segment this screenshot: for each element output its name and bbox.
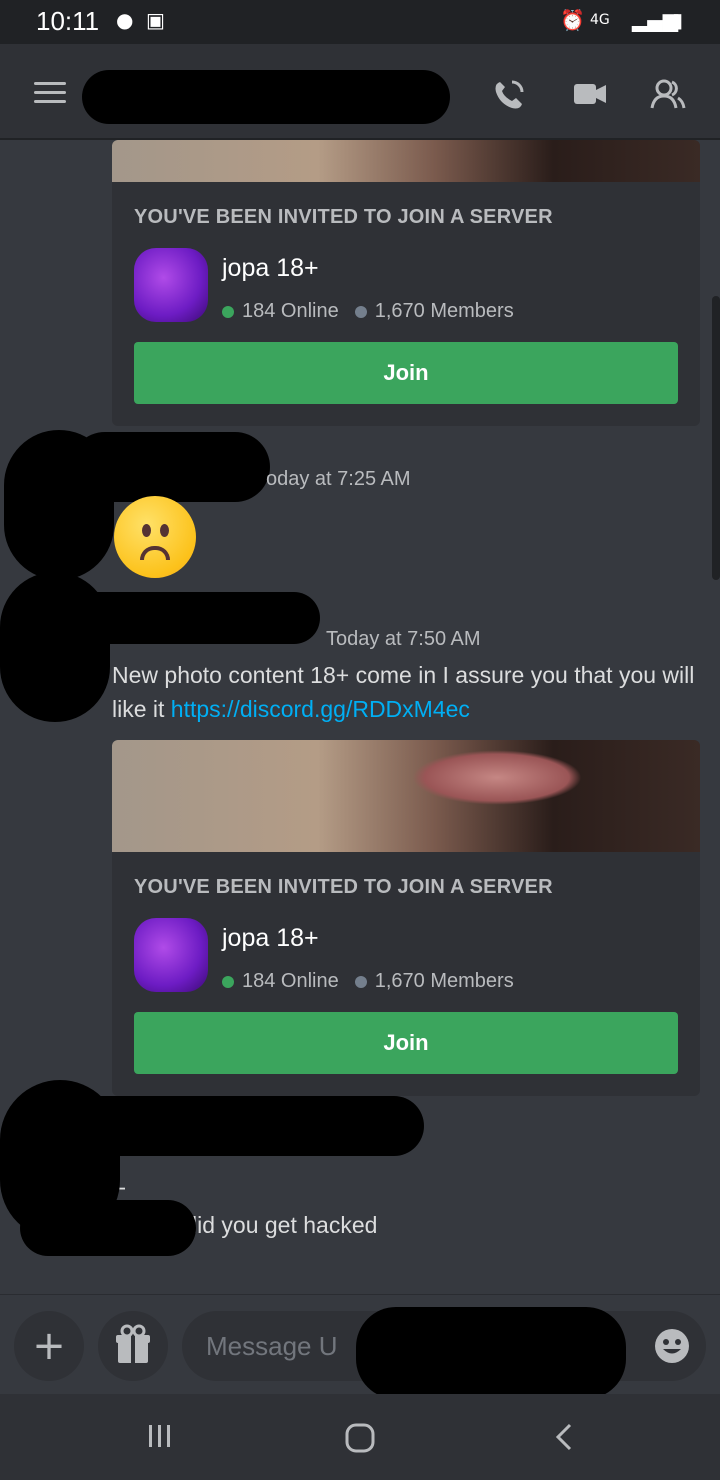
- back-icon[interactable]: [552, 1422, 576, 1452]
- invite-embed: YOU'VE BEEN INVITED TO JOIN A SERVER jop…: [112, 140, 700, 426]
- invite-link[interactable]: https://discord.gg/RDDxM4ec: [171, 696, 470, 722]
- alarm-icon: ⏰: [560, 8, 585, 32]
- status-bar: 10:11 ● ▣ ⏰ 4G ▂▄▆ ▮: [0, 0, 720, 44]
- username-redacted: [30, 592, 320, 644]
- join-button[interactable]: Join: [134, 1012, 678, 1074]
- join-button[interactable]: Join: [134, 342, 678, 404]
- gift-button[interactable]: [98, 1311, 168, 1381]
- server-stats: 184 Online 1,670 Members: [222, 970, 514, 993]
- server-stats: 184 Online 1,670 Members: [222, 300, 514, 323]
- server-icon[interactable]: [134, 248, 208, 322]
- online-dot: [222, 975, 234, 988]
- server-name: jopa 18+: [222, 924, 319, 952]
- member-dot: [354, 975, 367, 988]
- embed-image: [112, 140, 700, 182]
- battery-icon: ▮: [672, 8, 684, 32]
- embed-image: [112, 740, 700, 852]
- menu-icon[interactable]: [34, 82, 66, 104]
- message-timestamp: Today at 7:50 AM: [326, 628, 481, 650]
- network-label: 4G: [590, 12, 610, 28]
- notification-icon: ●: [116, 8, 134, 32]
- channel-name-redacted: [82, 70, 450, 124]
- gallery-icon: ▣: [146, 8, 165, 32]
- invite-title: YOU'VE BEEN INVITED TO JOIN A SERVER: [134, 876, 553, 898]
- server-icon[interactable]: [134, 918, 208, 992]
- message-timestamp: oday at 7:25 AM: [266, 468, 411, 490]
- member-count: 1,670 Members: [374, 300, 514, 322]
- member-count: 1,670 Members: [374, 970, 514, 992]
- message-line: I-: [112, 1170, 702, 1204]
- invite-title: YOU'VE BEEN INVITED TO JOIN A SERVER: [134, 206, 553, 228]
- composer: +: [0, 1294, 720, 1399]
- text-redacted: [20, 1200, 196, 1256]
- video-icon[interactable]: [572, 78, 608, 110]
- message-line: lid you get hacked: [192, 1212, 378, 1238]
- add-attachment-button[interactable]: +: [14, 1311, 84, 1381]
- online-dot: [222, 305, 234, 318]
- chat-area[interactable]: YOU'VE BEEN INVITED TO JOIN A SERVER jop…: [0, 140, 720, 1294]
- members-icon[interactable]: [650, 78, 686, 110]
- status-time: 10:11: [36, 6, 100, 36]
- online-count: 184 Online: [242, 300, 339, 322]
- emoji-picker-icon[interactable]: [654, 1328, 690, 1364]
- message-text: New photo content 18+ come in I assure y…: [112, 658, 702, 726]
- frowning-face-emoji: [114, 496, 196, 578]
- invite-embed: YOU'VE BEEN INVITED TO JOIN A SERVER jop…: [112, 740, 700, 1096]
- recent-apps-icon[interactable]: [146, 1422, 174, 1450]
- input-redacted: [356, 1307, 626, 1399]
- system-nav-bar: [0, 1394, 720, 1480]
- server-name: jopa 18+: [222, 254, 319, 282]
- gift-icon: [116, 1324, 150, 1363]
- online-count: 184 Online: [242, 970, 339, 992]
- home-icon[interactable]: [344, 1422, 376, 1454]
- call-icon[interactable]: [492, 78, 528, 110]
- username-redacted: [70, 432, 270, 502]
- username-redacted: [40, 1096, 424, 1156]
- member-dot: [354, 305, 367, 318]
- channel-header: [0, 44, 720, 140]
- scrollbar[interactable]: [712, 296, 720, 580]
